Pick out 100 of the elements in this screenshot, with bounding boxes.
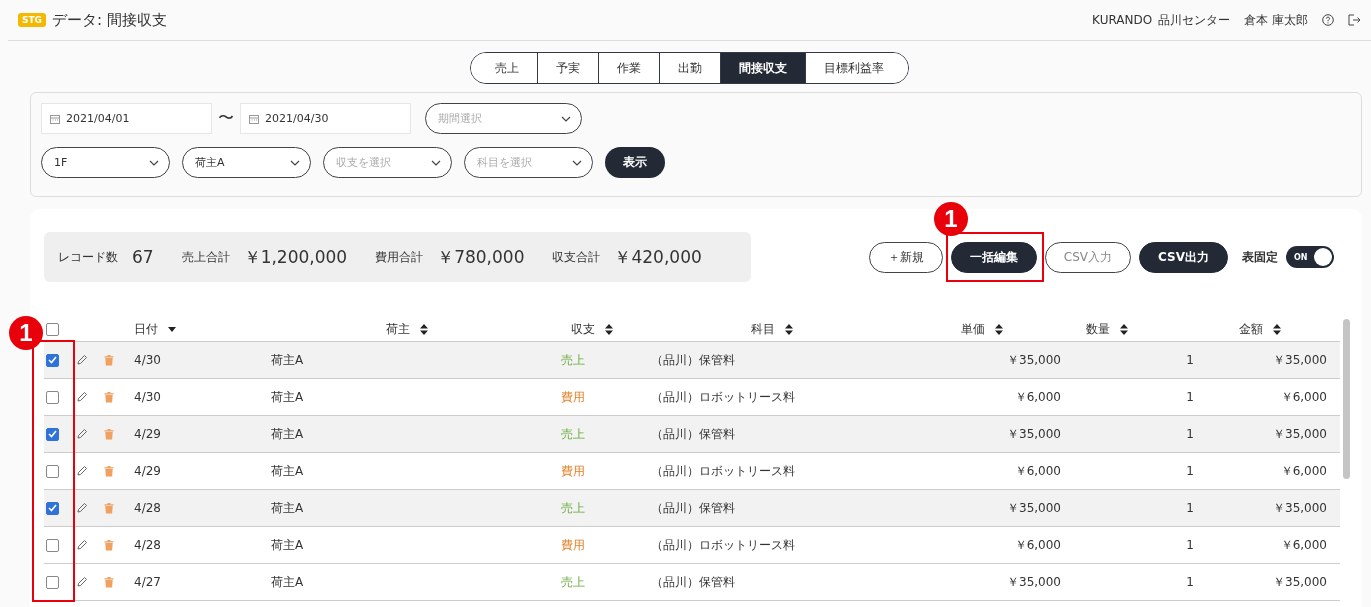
pencil-icon[interactable] [76, 539, 88, 551]
callout-number: 1 [934, 202, 968, 236]
chevron-down-icon [572, 159, 582, 166]
shipper-cell-text: 荷主A [271, 462, 305, 480]
stg-badge: STG [18, 13, 46, 27]
column-header: 単価 [961, 321, 985, 338]
item-cell-text: （品川）ロボットリース料 [651, 536, 796, 554]
amount-cell-text: ￥35,000 [1272, 573, 1327, 591]
quantity-cell-text: 1 [1185, 390, 1194, 404]
type-cell-text: 売上 [561, 573, 586, 591]
show-button[interactable]: 表示 [605, 147, 665, 178]
unit-price-cell-text: ￥6,000 [1013, 388, 1061, 406]
unit-price-cell-text: ￥6,000 [1013, 462, 1061, 480]
quantity-cell-text: 1 [1185, 538, 1194, 552]
date-cell-text: 4/30 [134, 390, 162, 404]
tab[interactable]: 出勤 [659, 53, 720, 83]
quantity-cell-text: 1 [1185, 575, 1194, 589]
type-cell-text: 売上 [561, 499, 586, 517]
amount-cell-text: ￥6,000 [1279, 462, 1327, 480]
date-to-field[interactable]: 2021/04/30 [240, 103, 411, 134]
unit-price-cell-text: ￥35,000 [1006, 425, 1061, 443]
pencil-icon[interactable] [76, 576, 88, 588]
item-cell-text: （品川）ロボットリース料 [651, 388, 796, 406]
row-checkbox[interactable] [46, 575, 59, 589]
type-cell-text: 売上 [561, 425, 586, 443]
unit-price-cell-text: ￥6,000 [1013, 536, 1061, 554]
chevron-down-icon [290, 159, 300, 166]
item-cell-text: （品川）保管料 [651, 499, 736, 517]
row-checkbox[interactable] [46, 427, 59, 441]
pencil-icon[interactable] [76, 502, 88, 514]
amount-cell-text: ￥35,000 [1272, 499, 1327, 517]
date-cell-text: 4/27 [134, 575, 162, 589]
summary-value: ￥780,000 [437, 245, 525, 269]
amount-cell-text: ￥6,000 [1279, 536, 1327, 554]
action-button[interactable]: CSV出力 [1139, 241, 1228, 273]
action-button[interactable]: 一括編集 [950, 241, 1037, 273]
type-cell-text: 売上 [561, 351, 586, 369]
summary-value: 67 [132, 247, 154, 267]
type-cell-text: 費用 [561, 536, 586, 554]
pencil-icon[interactable] [76, 465, 88, 477]
type-cell-text: 費用 [561, 462, 586, 480]
tab[interactable]: 予実 [537, 53, 598, 83]
row-checkbox[interactable] [46, 501, 59, 515]
sort-down-icon[interactable] [168, 327, 176, 332]
sort-icon[interactable] [1120, 324, 1128, 335]
sort-icon[interactable] [995, 324, 1003, 335]
pencil-icon[interactable] [76, 354, 88, 366]
row-checkbox[interactable] [46, 538, 59, 552]
callout-number: 1 [9, 316, 43, 350]
shipper-cell-text: 荷主A [271, 351, 305, 369]
row-checkbox[interactable] [46, 464, 59, 478]
quantity-cell-text: 1 [1185, 353, 1194, 367]
tab[interactable]: 間接収支 [720, 53, 805, 83]
table-row[interactable]: 4/28 荷主A 売上 （品川）保管料 ￥35,000 1 ￥35,000 [44, 490, 1340, 527]
date-from-field[interactable]: 2021/04/01 [41, 103, 212, 134]
action-button[interactable]: CSV入力 [1044, 241, 1132, 273]
filter-select[interactable]: 1F [41, 147, 170, 178]
help-icon[interactable] [1322, 14, 1334, 26]
company-name: KURANDO [1092, 13, 1153, 27]
scrollbar[interactable] [1343, 319, 1350, 479]
sort-icon[interactable] [1273, 324, 1281, 335]
table-fixed-switch[interactable]: ON [1286, 246, 1334, 268]
action-button[interactable]: ＋新規 [868, 241, 943, 273]
item-cell-text: （品川）保管料 [651, 573, 736, 591]
date-cell-text: 4/30 [134, 353, 162, 367]
date-cell-text: 4/28 [134, 501, 162, 515]
date-cell-text: 4/28 [134, 538, 162, 552]
table-row[interactable]: 4/29 荷主A 売上 （品川）保管料 ￥35,000 1 ￥35,000 [44, 416, 1340, 453]
summary-value: ￥1,200,000 [243, 245, 348, 269]
row-checkbox[interactable] [46, 353, 59, 367]
row-checkbox[interactable] [46, 390, 59, 404]
tab[interactable]: 売上 [471, 53, 537, 83]
date-separator: 〜 [218, 108, 234, 129]
pencil-icon[interactable] [76, 428, 88, 440]
user-name: 倉本 庫太郎 [1244, 11, 1308, 29]
unit-price-cell-text: ￥35,000 [1006, 499, 1061, 517]
column-header: 日付 [134, 321, 158, 338]
pencil-icon[interactable] [76, 391, 88, 403]
column-header: 数量 [1086, 321, 1110, 338]
sort-icon[interactable] [605, 324, 613, 335]
tab[interactable]: 作業 [598, 53, 659, 83]
quantity-cell-text: 1 [1185, 501, 1194, 515]
shipper-cell-text: 荷主A [271, 388, 305, 406]
table-row[interactable]: 4/30 荷主A 売上 （品川）保管料 ￥35,000 1 ￥35,000 [44, 342, 1340, 379]
logout-icon[interactable] [1348, 14, 1361, 26]
sort-icon[interactable] [420, 324, 428, 335]
select-all-checkbox[interactable] [46, 323, 59, 336]
type-cell-text: 費用 [561, 388, 586, 406]
calendar-icon [249, 113, 259, 124]
summary-label: 費用合計 [375, 248, 424, 266]
tab[interactable]: 目標利益率 [805, 53, 908, 83]
column-header: 収支 [571, 321, 595, 338]
summary-value: ￥420,000 [614, 245, 702, 269]
column-header: 科目 [751, 321, 775, 338]
shipper-cell-text: 荷主A [271, 573, 305, 591]
filter-select[interactable]: 荷主A [182, 147, 311, 178]
sort-icon[interactable] [785, 324, 793, 335]
item-cell-text: （品川）ロボットリース料 [651, 462, 796, 480]
item-cell-text: （品川）保管料 [651, 351, 736, 369]
unit-price-cell-text: ￥35,000 [1006, 573, 1061, 591]
